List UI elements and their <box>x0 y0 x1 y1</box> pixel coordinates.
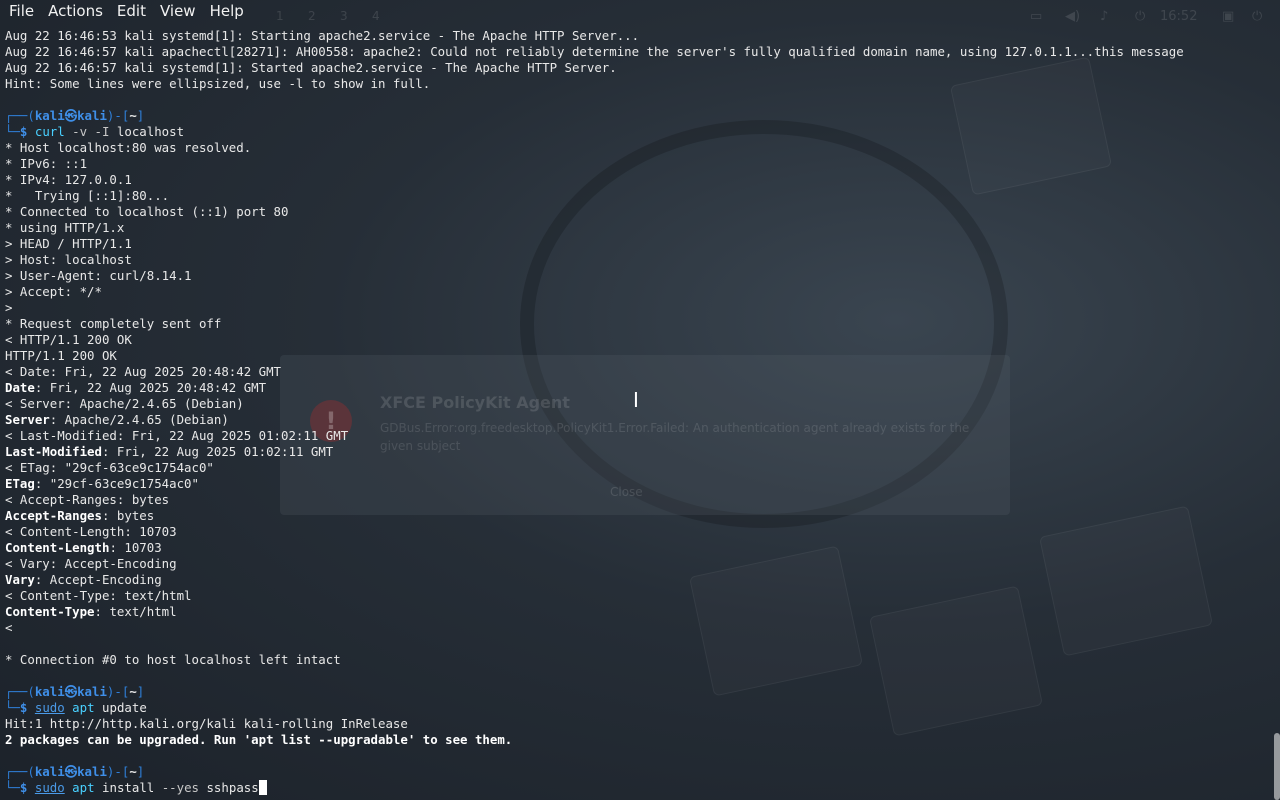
prompt-header: ┌──(kali㉿kali)-[~] <box>5 684 145 699</box>
curl-output-line: * using HTTP/1.x <box>5 220 125 235</box>
header-raw-line: < ETag: "29cf-63ce9c1754ac0" <box>5 460 214 475</box>
prompt-header: ┌──(kali㉿kali)-[~] <box>5 108 145 123</box>
terminal-output[interactable]: Aug 22 16:46:53 kali systemd[1]: Startin… <box>5 28 1267 796</box>
log-line: Hint: Some lines were ellipsized, use -l… <box>5 76 431 91</box>
apt-output-line: Hit:1 http://http.kali.org/kali kali-rol… <box>5 716 408 731</box>
menu-view[interactable]: View <box>155 2 201 20</box>
header-raw-line: < Date: Fri, 22 Aug 2025 20:48:42 GMT <box>5 364 282 379</box>
curl-output-line: * Connection #0 to host localhost left i… <box>5 652 341 667</box>
header-raw-line: < Content-Type: text/html <box>5 588 192 603</box>
curl-output-line: > User-Agent: curl/8.14.1 <box>5 268 192 283</box>
curl-output-line: * Connected to localhost (::1) port 80 <box>5 204 289 219</box>
panel-clock[interactable]: 16:52 <box>1160 9 1197 24</box>
volume-icon[interactable]: ◀) <box>1065 9 1080 24</box>
prompt-header: ┌──(kali㉿kali)-[~] <box>5 764 145 779</box>
scrollbar-thumb[interactable] <box>1274 733 1280 800</box>
command-line-apt-update: └─$ sudo apt update <box>5 700 147 715</box>
header-line: Content-Type: text/html <box>5 604 177 619</box>
header-line: ETag: "29cf-63ce9c1754ac0" <box>5 476 199 491</box>
workspace-4[interactable]: 4 <box>372 9 380 23</box>
logout-icon[interactable]: ⏻ <box>1252 9 1262 24</box>
curl-output-line: * Trying [::1]:80... <box>5 188 170 203</box>
workspace-1[interactable]: 1 <box>276 9 284 23</box>
terminal-scrollbar[interactable] <box>1272 0 1280 800</box>
menu-help[interactable]: Help <box>205 2 249 20</box>
curl-output-line: * IPv6: ::1 <box>5 156 88 171</box>
workspace-2[interactable]: 2 <box>308 9 316 23</box>
lock-icon[interactable]: ▣ <box>1222 9 1234 24</box>
notification-bell-icon[interactable]: ♪ <box>1100 9 1108 24</box>
text-cursor <box>258 780 267 795</box>
header-line: Server: Apache/2.4.65 (Debian) <box>5 412 229 427</box>
command-line-curl: └─$ curl -v -I localhost <box>5 124 185 139</box>
log-line: Aug 22 16:46:57 kali apachectl[28271]: A… <box>5 44 1184 59</box>
curl-output-line: > <box>5 300 13 315</box>
curl-output-line: HTTP/1.1 200 OK <box>5 348 117 363</box>
log-line: Aug 22 16:46:57 kali systemd[1]: Started… <box>5 60 617 75</box>
mouse-ibeam-cursor-icon: Ⅰ <box>633 388 639 412</box>
curl-output-line: < <box>5 620 13 635</box>
header-line: Accept-Ranges: bytes <box>5 508 155 523</box>
header-raw-line: < Content-Length: 10703 <box>5 524 177 539</box>
display-icon[interactable]: ▭ <box>1030 9 1042 24</box>
header-line: Content-Length: 10703 <box>5 540 162 555</box>
apt-summary-line: 2 packages can be upgraded. Run 'apt lis… <box>5 732 513 747</box>
curl-output-line: * IPv4: 127.0.0.1 <box>5 172 132 187</box>
header-raw-line: < Accept-Ranges: bytes <box>5 492 170 507</box>
curl-output-line: * Request completely sent off <box>5 316 222 331</box>
command-line-apt-install[interactable]: └─$ sudo apt install --yes sshpass <box>5 780 1267 796</box>
curl-output-line: * Host localhost:80 was resolved. <box>5 140 252 155</box>
menu-actions[interactable]: Actions <box>43 2 108 20</box>
menu-edit[interactable]: Edit <box>112 2 151 20</box>
power-icon[interactable]: ⏻ <box>1135 9 1145 24</box>
curl-output-line: > HEAD / HTTP/1.1 <box>5 236 132 251</box>
menu-file[interactable]: File <box>4 2 39 20</box>
terminal-menubar: File Actions Edit View Help <box>0 0 253 22</box>
header-line: Last-Modified: Fri, 22 Aug 2025 01:02:11… <box>5 444 334 459</box>
header-line: Vary: Accept-Encoding <box>5 572 162 587</box>
header-raw-line: < Vary: Accept-Encoding <box>5 556 177 571</box>
curl-output-line: < HTTP/1.1 200 OK <box>5 332 132 347</box>
curl-output-line: > Host: localhost <box>5 252 132 267</box>
log-line: Aug 22 16:46:53 kali systemd[1]: Startin… <box>5 28 640 43</box>
curl-output-line: > Accept: */* <box>5 284 102 299</box>
header-raw-line: < Last-Modified: Fri, 22 Aug 2025 01:02:… <box>5 428 349 443</box>
workspace-3[interactable]: 3 <box>340 9 348 23</box>
